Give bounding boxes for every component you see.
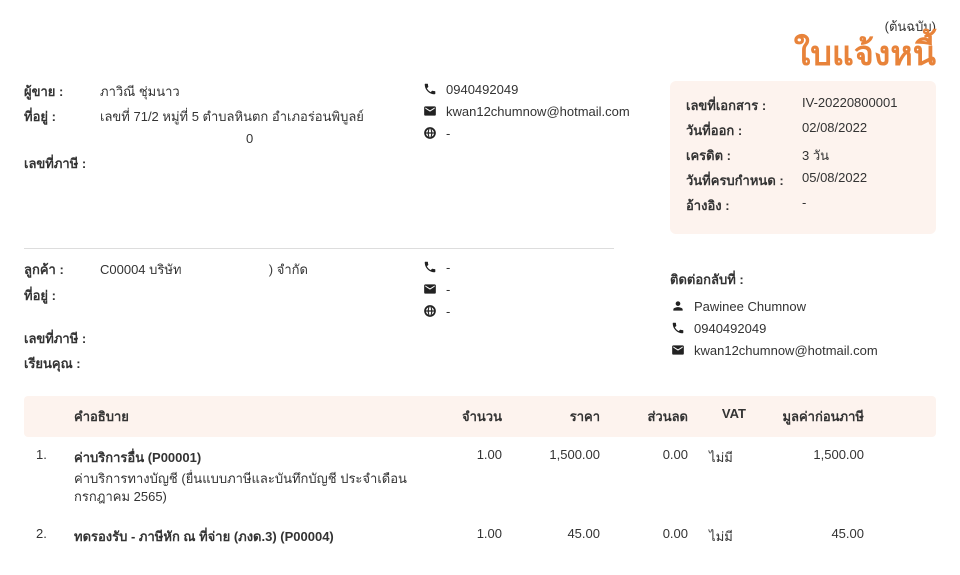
th-vat: VAT: [696, 406, 746, 427]
globe-icon: [422, 303, 438, 319]
seller-address-label: ที่อยู่ :: [24, 106, 94, 127]
ref-label: อ้างอิง :: [686, 195, 796, 216]
credit-value: 3 วัน: [802, 145, 920, 166]
seller-email: kwan12chumnow@hotmail.com: [446, 104, 630, 119]
docno-value: IV-20220800001: [802, 95, 920, 116]
customer-attn-label: เรียนคุณ :: [24, 353, 94, 374]
customer-address-label: ที่อยู่ :: [24, 285, 94, 306]
row-index: 2.: [36, 526, 66, 541]
email-icon: [670, 342, 686, 358]
redacted-text: [100, 150, 290, 168]
customer-name-prefix: C00004 บริษัท: [100, 262, 182, 277]
document-title: ใบแจ้งหนี้: [24, 37, 936, 71]
item-pretax: 1,500.00: [754, 447, 864, 462]
section-separator: [24, 248, 614, 249]
seller-address: เลขที่ 71/2 หมู่ที่ 5 ตำบลหินตก อำเภอร่อ…: [100, 106, 404, 127]
seller-taxid-label: เลขที่ภาษี :: [24, 153, 94, 174]
redacted-text: [100, 132, 240, 146]
due-value: 05/08/2022: [802, 170, 920, 191]
customer-contact-column: - - -: [422, 259, 652, 319]
seller-name: ภาวิณี ชุ่มนาว: [100, 81, 404, 102]
customer-web: -: [446, 304, 450, 319]
ref-value: -: [802, 195, 920, 216]
item-discount: 0.00: [608, 526, 688, 541]
email-icon: [422, 281, 438, 297]
seller-block: ผู้ขาย : ภาวิณี ชุ่มนาว ที่อยู่ : เลขที่…: [24, 81, 404, 178]
item-pretax: 45.00: [754, 526, 864, 541]
table-row: 2. ทดรองรับ - ภาษีหัก ณ ที่จ่าย (ภงด.3) …: [24, 516, 936, 559]
seller-phone: 0940492049: [446, 82, 518, 97]
issue-label: วันที่ออก :: [686, 120, 796, 141]
row-index: 1.: [36, 447, 66, 462]
customer-email: -: [446, 282, 450, 297]
item-name: ค่าบริการอื่น (P00001): [74, 447, 424, 468]
redacted-text: [100, 310, 290, 324]
customer-block: ลูกค้า : C00004 บริษัท ) จำกัด ที่อยู่ :…: [24, 259, 404, 378]
phone-icon: [422, 259, 438, 275]
redacted-text: [100, 284, 340, 300]
th-discount: ส่วนลด: [608, 406, 688, 427]
original-label: (ต้นฉบับ): [24, 16, 936, 37]
contact-back-box: ติดต่อกลับที่ : Pawinee Chumnow 09404920…: [670, 269, 936, 364]
th-pretax: มูลค่าก่อนภาษี: [754, 406, 864, 427]
items-table: คำอธิบาย จำนวน ราคา ส่วนลด VAT มูลค่าก่อ…: [24, 396, 936, 559]
contact-back-phone: 0940492049: [694, 321, 766, 336]
contact-back-title: ติดต่อกลับที่ :: [670, 269, 936, 290]
item-vat: ไม่มี: [696, 526, 746, 547]
item-vat: ไม่มี: [696, 447, 746, 468]
customer-taxid-label: เลขที่ภาษี :: [24, 328, 94, 349]
document-info-box: เลขที่เอกสาร : IV-20220800001 วันที่ออก …: [670, 81, 936, 234]
credit-label: เครดิต :: [686, 145, 796, 166]
item-name: ทดรองรับ - ภาษีหัก ณ ที่จ่าย (ภงด.3) (P0…: [74, 526, 424, 547]
seller-name-label: ผู้ขาย :: [24, 81, 94, 102]
globe-icon: [422, 125, 438, 141]
table-header-row: คำอธิบาย จำนวน ราคา ส่วนลด VAT มูลค่าก่อ…: [24, 396, 936, 437]
customer-name-label: ลูกค้า :: [24, 259, 94, 280]
th-price: ราคา: [510, 406, 600, 427]
contact-back-email: kwan12chumnow@hotmail.com: [694, 343, 878, 358]
item-price: 45.00: [510, 526, 600, 541]
table-row: 1. ค่าบริการอื่น (P00001) ค่าบริการทางบั…: [24, 437, 936, 516]
docno-label: เลขที่เอกสาร :: [686, 95, 796, 116]
customer-name-suffix: ) จำกัด: [269, 262, 308, 277]
person-icon: [670, 298, 686, 314]
redacted-text: [185, 264, 265, 278]
th-desc: คำอธิบาย: [74, 406, 424, 427]
contact-back-name: Pawinee Chumnow: [694, 299, 806, 314]
phone-icon: [422, 81, 438, 97]
item-price: 1,500.00: [510, 447, 600, 462]
th-qty: จำนวน: [432, 406, 502, 427]
item-qty: 1.00: [432, 447, 502, 462]
seller-web: -: [446, 126, 450, 141]
due-label: วันที่ครบกำหนด :: [686, 170, 796, 191]
customer-name: C00004 บริษัท ) จำกัด: [100, 259, 404, 280]
redacted-text: [100, 329, 270, 343]
item-desc: ค่าบริการทางบัญชี (ยื่นแบบภาษีและบันทึกบ…: [74, 470, 424, 506]
seller-address-tail: 0: [246, 131, 253, 146]
customer-phone: -: [446, 260, 450, 275]
item-qty: 1.00: [432, 526, 502, 541]
seller-contact-column: 0940492049 kwan12chumnow@hotmail.com -: [422, 81, 652, 141]
item-discount: 0.00: [608, 447, 688, 462]
issue-value: 02/08/2022: [802, 120, 920, 141]
phone-icon: [670, 320, 686, 336]
email-icon: [422, 103, 438, 119]
